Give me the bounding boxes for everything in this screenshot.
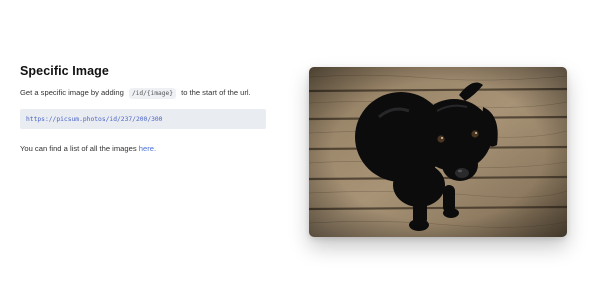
example-url-codeblock: https://picsum.photos/id/237/200/300 [20, 109, 266, 129]
image-list-text: You can find a list of all the images he… [20, 144, 280, 153]
specific-image-section: Specific Image Get a specific image by a… [20, 64, 280, 153]
inline-code-id: /id/{image} [128, 88, 176, 99]
image-list-label: You can find a list of all the images [20, 144, 137, 153]
description-text-end: to the start of the url. [181, 88, 251, 97]
example-photo [309, 67, 567, 237]
puppy-photo-icon [309, 67, 567, 237]
example-url: https://picsum.photos/id/237/200/300 [26, 115, 163, 123]
description-text-start: Get a specific image by adding [20, 88, 124, 97]
section-description: Get a specific image by adding /id/{imag… [20, 87, 280, 100]
section-title: Specific Image [20, 64, 109, 78]
here-link[interactable]: here. [139, 144, 156, 153]
